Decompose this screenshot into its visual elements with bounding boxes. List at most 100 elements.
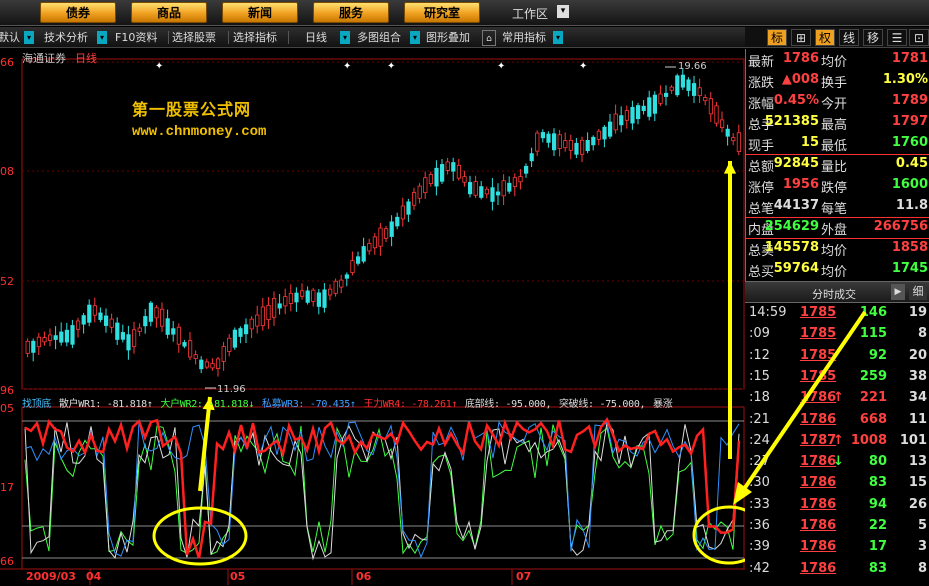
trade-price: 1786 [800, 539, 837, 555]
lock-icon[interactable]: ⌂ [482, 30, 496, 46]
trade-price: 1786 [800, 560, 837, 576]
quote-value: 0.45 [895, 156, 928, 171]
indicator-legend-item: 突破线: -75.000, [558, 399, 646, 410]
quote-label: 最低 [821, 139, 848, 154]
menu-service-button[interactable]: 服务 [313, 2, 389, 23]
candle-body [602, 126, 607, 140]
top-marker: ✦ [497, 61, 505, 72]
candle-body [92, 305, 97, 316]
trade-count: 11 [908, 411, 927, 427]
candle-body [540, 132, 546, 139]
candle-body [36, 336, 42, 348]
menu-bonds-button[interactable]: 债券 [40, 2, 116, 23]
candle-body [294, 292, 299, 303]
candle-body [215, 358, 221, 369]
line-icon[interactable]: 线 [839, 29, 859, 46]
grid-icon[interactable]: ⊞ [791, 29, 811, 46]
move-icon[interactable]: 移 [863, 29, 883, 46]
candle-body [283, 296, 288, 307]
quote-value: 1760 [891, 135, 928, 150]
price-axis-label: 08 [0, 165, 14, 178]
toolbar-multi-chart[interactable]: 多图组合 [357, 30, 401, 46]
candle-body [423, 177, 428, 194]
toolbar-overlay[interactable]: 图形叠加 [426, 30, 470, 46]
toolbar-default-dropdown-icon[interactable]: ▾ [24, 31, 34, 44]
candle-body [624, 110, 630, 121]
candle-body [339, 279, 344, 288]
menu-research-button[interactable]: 研究室 [404, 2, 480, 23]
quote-value: 44137 [773, 198, 819, 213]
candle-body [652, 94, 658, 114]
rights-icon[interactable]: 权 [815, 29, 835, 46]
candle-body [417, 185, 422, 199]
quote-value: 1956 [782, 177, 819, 192]
toolbar-default[interactable]: 默认 [0, 30, 20, 46]
candle-body [322, 289, 327, 308]
candle-body [255, 314, 260, 327]
chart-toolbar: 默认 ▾ 技术分析 ▾ F10资料 选择股票 选择指标 日线 ▾ 多图组合 ▾ … [0, 27, 745, 48]
quote-row: 涨停 1956 跌停 1600 [746, 175, 929, 196]
toolbar-choose-stock[interactable]: 选择股票 [172, 30, 216, 46]
candle-body [400, 205, 406, 220]
trade-price: 1786 [800, 518, 837, 533]
candle-body [131, 329, 137, 347]
candle-body [501, 180, 506, 197]
quote-value: 11.8 [895, 198, 928, 213]
window-icon[interactable]: ⊡ [909, 29, 929, 46]
candle-body [680, 74, 686, 88]
annotation-arrow-head [723, 161, 737, 174]
tag-icon[interactable]: 标 [767, 29, 787, 46]
chart-area[interactable]: ✦ ✦ ✦ ✦ ✦ 海通证券 日线 第一股票公式网 www.chnmoney.com 6… [0, 49, 745, 586]
candle-body [378, 227, 383, 247]
quote-row: 总手 521385 最高 1797 [746, 112, 929, 133]
toolbar-multi-dropdown-icon[interactable]: ▾ [410, 31, 420, 44]
toolbar-common-dropdown-icon[interactable]: ▾ [553, 31, 563, 44]
toolbar-period[interactable]: 日线 [305, 30, 327, 46]
high-price-label: 19.66 [678, 61, 707, 72]
candle-body [675, 75, 680, 96]
toolbar-tech-dropdown-icon[interactable]: ▾ [97, 31, 107, 44]
candle-body [367, 243, 372, 252]
candle-body [350, 260, 355, 273]
menu-commodities-button[interactable]: 商品 [131, 2, 207, 23]
toolbar-period-dropdown-icon[interactable]: ▾ [340, 31, 350, 44]
quote-label: 涨跌 [748, 76, 775, 91]
candle-body [154, 307, 159, 319]
quote-label: 外盘 [821, 223, 848, 238]
trade-row: :36 1786 22 5 [745, 517, 929, 538]
candle-body [490, 187, 495, 202]
candle-body [221, 346, 226, 362]
quote-value: 266756 [873, 219, 928, 234]
quote-panel: 最新 1786 均价 1781 涨跌 ▲008 换手 1.30% 涨幅 0.45% 今开 1789 总手… [745, 49, 929, 281]
quote-label: 跌停 [821, 181, 848, 196]
toolbar-f10[interactable]: F10资料 [115, 30, 157, 46]
quote-row: 总笔 44137 每笔 11.8 [746, 196, 929, 217]
trade-count: 15 [908, 475, 927, 491]
trade-count: 8 [917, 326, 927, 342]
toolbar-choose-indicator[interactable]: 选择指标 [233, 30, 277, 46]
candle-body [115, 322, 120, 340]
candle-body [495, 191, 501, 196]
quote-row: 总卖 145578 均价 1858 [746, 238, 929, 259]
quote-row: 涨幅 0.45% 今开 1789 [746, 91, 929, 112]
kline-chart-svg[interactable]: ✦ ✦ ✦ ✦ ✦ [0, 49, 745, 586]
candle-body [25, 340, 30, 354]
indicator-legend-item: 找顶底 [22, 399, 52, 410]
trade-count: 20 [908, 347, 927, 363]
workspace-dropdown-icon[interactable]: ▾ [557, 5, 569, 18]
menu-news-button[interactable]: 新闻 [222, 2, 298, 23]
right-tool-icons: 标 ⊞ 权 线 移 ☰ ⊡ [745, 27, 929, 48]
trades-detail-button[interactable]: 细 [909, 284, 927, 300]
candle-body [148, 302, 153, 322]
date-axis-label: 2009/03 [26, 570, 76, 583]
workspace-menu[interactable]: 工作区 [512, 5, 548, 22]
list-icon[interactable]: ☰ [887, 29, 907, 46]
top-marker: ✦ [343, 61, 351, 72]
candle-body [479, 186, 484, 198]
quote-value: 1600 [891, 177, 928, 192]
toolbar-common-indicators[interactable]: 常用指标 [502, 30, 546, 46]
play-icon[interactable]: ▶ [891, 284, 905, 300]
annotation-arrow [738, 310, 867, 497]
trade-volume: 22 [868, 518, 887, 533]
toolbar-tech-analysis[interactable]: 技术分析 [44, 30, 88, 46]
